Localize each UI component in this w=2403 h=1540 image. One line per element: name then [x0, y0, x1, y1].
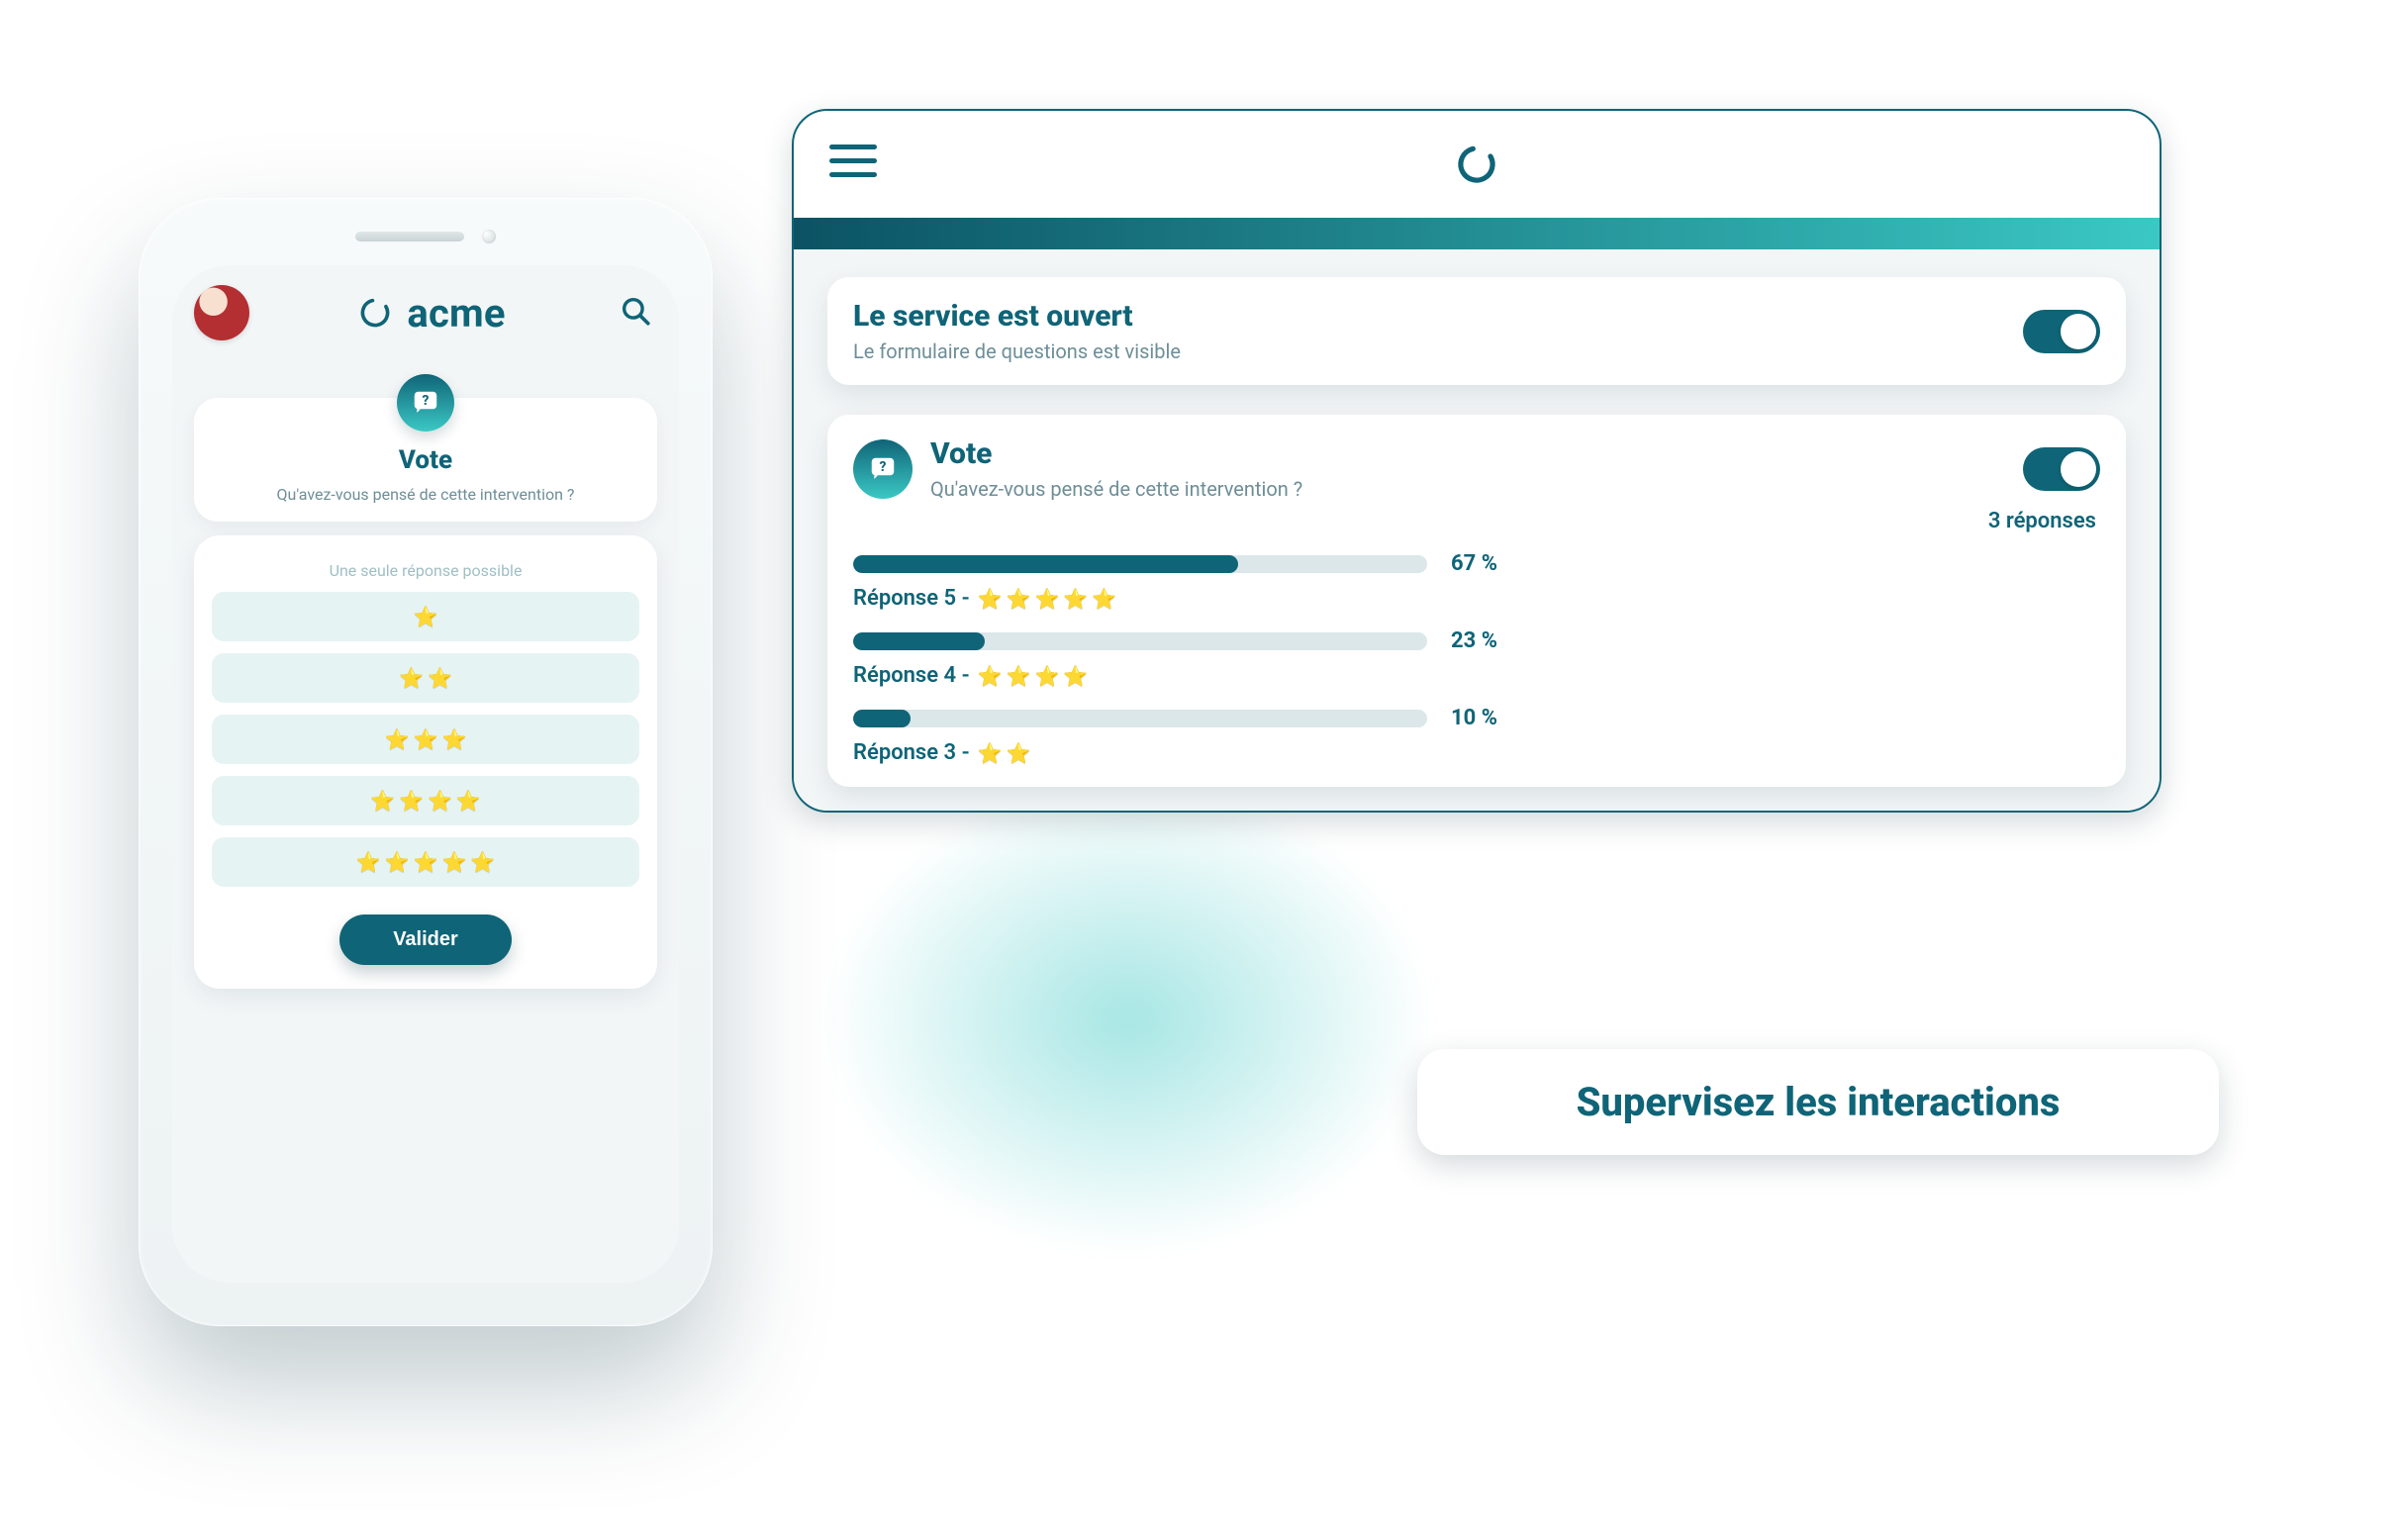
background-glow [782, 752, 1475, 1287]
phone-mockup: acme ? Vote Qu'avez-vous pensé de cette … [139, 198, 713, 1326]
star-icon: ⭐ [1063, 666, 1088, 686]
star-icon: ⭐ [356, 852, 381, 872]
star-icon: ⭐ [1092, 589, 1116, 609]
responses-count: 3 réponses [853, 509, 2096, 533]
panel-topbar [794, 111, 2160, 218]
vote-toggle[interactable] [2023, 447, 2100, 491]
vote-option-1[interactable]: ⭐ [212, 592, 639, 641]
search-button[interactable] [614, 291, 657, 335]
result-percent: 67 % [1451, 551, 1497, 576]
star-icon: ⭐ [1007, 743, 1031, 763]
caption-text: Supervisez les interactions [1577, 1079, 2061, 1125]
star-icon: ⭐ [441, 729, 466, 749]
service-subtitle: Le formulaire de questions est visible [853, 339, 1181, 363]
phone-notch [355, 230, 496, 243]
panel-gradient-band [794, 218, 2160, 249]
vote-option-3[interactable]: ⭐⭐⭐ [212, 715, 639, 764]
star-icon: ⭐ [428, 668, 452, 688]
star-icon: ⭐ [414, 729, 438, 749]
speaker-slot [355, 232, 464, 241]
vote-options: ⭐⭐⭐⭐⭐⭐⭐⭐⭐⭐⭐⭐⭐⭐⭐ [212, 592, 639, 887]
vote-card-header: ? Vote Qu'avez-vous pensé de cette inter… [194, 398, 657, 522]
result-bar-fill [853, 632, 985, 650]
result-bar-fill [853, 555, 1238, 573]
panel-body: Le service est ouvert Le formulaire de q… [794, 249, 2160, 811]
brand-name: acme [407, 290, 505, 337]
result-label: Réponse 3 - [853, 740, 970, 765]
star-icon: ⭐ [414, 607, 438, 626]
result-label: Réponse 4 - [853, 663, 970, 688]
star-icon: ⭐ [370, 791, 395, 811]
admin-panel: Le service est ouvert Le formulaire de q… [792, 109, 2162, 813]
result-percent: 10 % [1451, 706, 1497, 730]
star-icon: ⭐ [1007, 589, 1031, 609]
vote-admin-subtitle: Qu'avez-vous pensé de cette intervention… [930, 477, 1302, 501]
star-icon: ⭐ [399, 668, 424, 688]
phone-body: ? Vote Qu'avez-vous pensé de cette inter… [172, 348, 679, 1014]
result-label: Réponse 5 - [853, 586, 970, 611]
star-icon: ⭐ [456, 791, 481, 811]
brand-logo-icon [357, 295, 393, 331]
phone-screen: acme ? Vote Qu'avez-vous pensé de cette … [172, 265, 679, 1283]
avatar[interactable] [194, 285, 249, 340]
star-icon: ⭐ [385, 729, 410, 749]
vote-hint: Une seule réponse possible [212, 561, 639, 580]
vote-title: Vote [399, 445, 452, 475]
star-icon: ⭐ [1034, 666, 1059, 686]
vote-option-2[interactable]: ⭐⭐ [212, 653, 639, 703]
result-bar-fill [853, 710, 911, 727]
cta-row: Valider [212, 914, 639, 965]
phone-header: acme [172, 265, 679, 348]
star-icon: ⭐ [470, 852, 495, 872]
star-icon: ⭐ [1007, 666, 1031, 686]
star-icon: ⭐ [978, 743, 1003, 763]
question-icon: ? [853, 439, 913, 499]
result-bar-track [853, 555, 1427, 573]
brand[interactable]: acme [357, 290, 505, 337]
front-camera [482, 230, 496, 243]
star-icon: ⭐ [1034, 589, 1059, 609]
vote-admin-card: ? Vote Qu'avez-vous pensé de cette inter… [827, 415, 2126, 787]
star-icon: ⭐ [399, 791, 424, 811]
vote-subtitle: Qu'avez-vous pensé de cette intervention… [277, 485, 575, 504]
result-bar-track [853, 710, 1427, 727]
svg-text:?: ? [880, 458, 887, 474]
result-row-3: 10 % Réponse 3 - ⭐⭐ [853, 706, 2100, 765]
result-row-2: 23 %Réponse 4 - ⭐⭐⭐⭐ [853, 628, 2100, 688]
result-bar-track [853, 632, 1427, 650]
star-icon: ⭐ [414, 852, 438, 872]
star-icon: ⭐ [978, 666, 1003, 686]
svg-text:?: ? [423, 393, 430, 409]
vote-admin-title: Vote [930, 436, 1302, 471]
service-card: Le service est ouvert Le formulaire de q… [827, 277, 2126, 385]
star-icon: ⭐ [978, 589, 1003, 609]
caption-card: Supervisez les interactions [1417, 1049, 2219, 1155]
vote-options-card: Une seule réponse possible ⭐⭐⭐⭐⭐⭐⭐⭐⭐⭐⭐⭐⭐… [194, 535, 657, 989]
vote-option-4[interactable]: ⭐⭐⭐⭐ [212, 776, 639, 825]
star-icon: ⭐ [1063, 589, 1088, 609]
question-icon: ? [397, 374, 454, 432]
results-list: 67 %Réponse 5 - ⭐⭐⭐⭐⭐23 %Réponse 4 - ⭐⭐⭐… [853, 551, 2100, 765]
search-icon [619, 294, 652, 332]
star-icon: ⭐ [385, 852, 410, 872]
star-icon: ⭐ [428, 791, 452, 811]
menu-button[interactable] [829, 144, 877, 177]
vote-option-5[interactable]: ⭐⭐⭐⭐⭐ [212, 837, 639, 887]
star-icon: ⭐ [441, 852, 466, 872]
result-percent: 23 % [1451, 628, 1497, 653]
validate-button[interactable]: Valider [339, 914, 512, 965]
service-toggle[interactable] [2023, 310, 2100, 353]
brand-logo-icon [1454, 142, 1499, 187]
service-title: Le service est ouvert [853, 299, 1181, 334]
result-row-1: 67 %Réponse 5 - ⭐⭐⭐⭐⭐ [853, 551, 2100, 611]
